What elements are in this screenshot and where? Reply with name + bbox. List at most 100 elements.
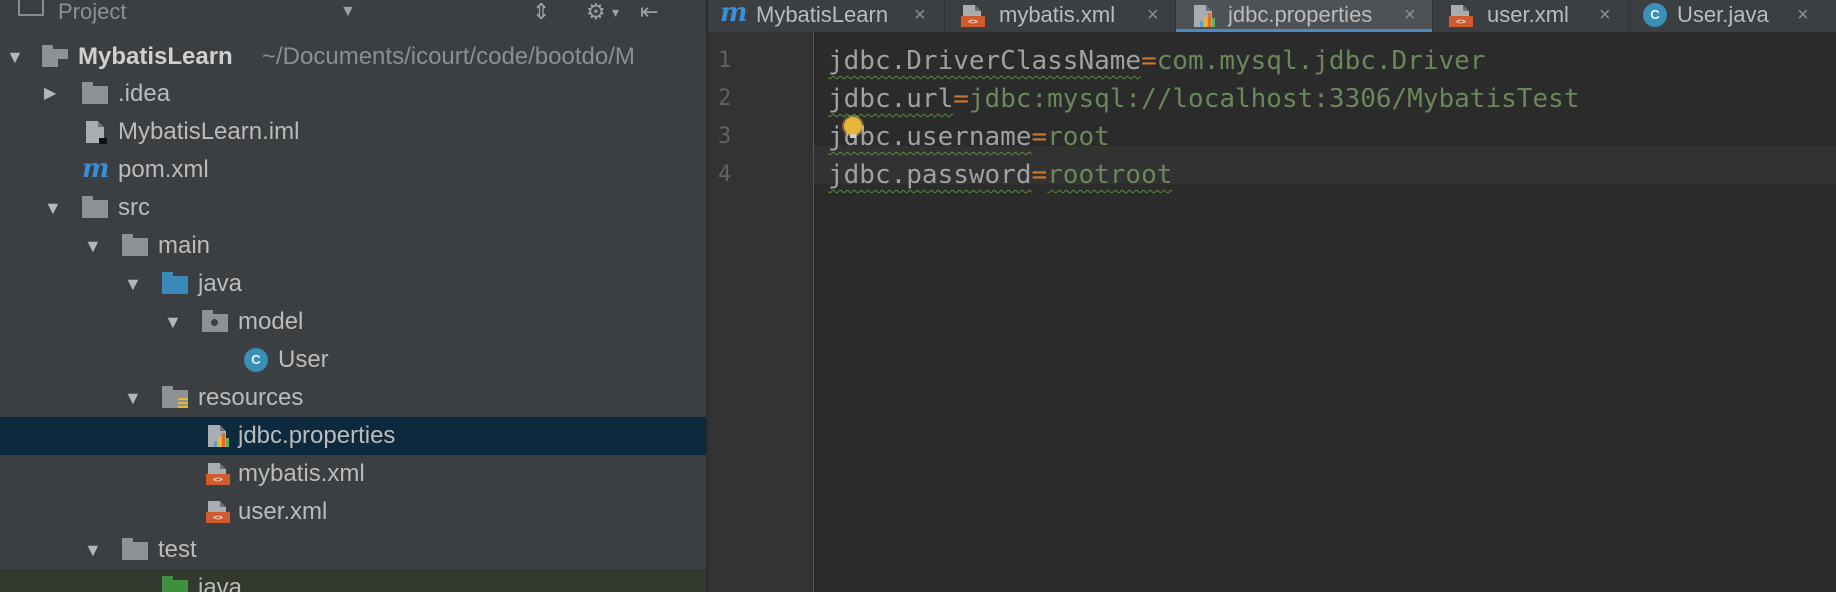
close-icon[interactable]: × [1404,0,1416,30]
property-value: root [1047,122,1110,152]
gear-icon[interactable]: ⚙ [586,0,606,28]
collapsed-arrow-icon[interactable]: ▶ [44,75,56,113]
expand-arrow-icon[interactable]: ▼ [124,379,142,417]
code-line[interactable]: jdbc.username=root [828,118,1110,156]
tree-item-label: user.xml [238,498,328,525]
class-icon: C [1643,3,1667,27]
equals-sign: = [1141,46,1157,76]
tree-item-label: jdbc.properties [238,422,396,449]
property-key: jdbc.password [828,160,1032,190]
folder-icon [82,82,108,104]
tab-user-java[interactable]: C User.java × [1629,0,1836,32]
tree-item-label: src [118,194,150,221]
xml-file-icon: <> [206,463,230,485]
line-number: 4 [718,162,732,187]
close-icon[interactable]: × [1797,0,1809,30]
line-number: 3 [718,124,732,149]
tree-item-jdbc-properties[interactable]: jdbc.properties [0,417,706,455]
line-number: 2 [718,86,732,111]
tree-item-test-java[interactable]: java [0,569,706,592]
tab-jdbc-properties[interactable]: jdbc.properties × [1176,0,1432,32]
tree-item-label: java [198,270,243,297]
close-icon[interactable]: × [1599,0,1611,30]
expand-arrow-icon[interactable]: ▼ [6,38,24,76]
maven-icon: m [82,154,110,184]
tab-label: mybatis.xml [999,2,1116,27]
tree-item-label: model [238,308,304,335]
equals-sign: = [1031,160,1048,190]
folder-icon [122,234,148,256]
tree-item-label: java [198,574,243,592]
tree-item-module[interactable]: ▼ MybatisLearn ~/Documents/icourt/code/b… [0,38,706,76]
module-path: ~/Documents/icourt/code/bootdo/M [262,43,635,70]
property-key: jdbc.url [828,84,954,114]
tree-item-label: mybatis.xml [238,460,365,487]
tree-item-label: .idea [118,80,171,107]
expand-arrow-icon[interactable]: ▼ [124,265,142,303]
folder-icon [122,538,148,560]
tree-item-pom[interactable]: m pom.xml [0,151,706,189]
tree-item-label: User [278,346,329,373]
code-line[interactable]: jdbc.password=rootroot [828,156,1172,194]
properties-file-icon [1194,5,1215,27]
tree-item-test[interactable]: ▼ test [0,531,706,569]
project-panel: Project ▼ ⇕ ⚙ ▾ ⇤ ▼ MybatisLearn ~/Docum… [0,0,706,592]
maven-icon: m [720,0,748,28]
expand-arrow-icon[interactable]: ▼ [84,531,102,569]
property-value: jdbc:mysql://localhost:3306/MybatisTest [968,84,1580,114]
property-value: rootroot [1047,160,1173,190]
gear-menu-chevron-icon[interactable]: ▾ [612,0,619,28]
code-line[interactable]: jdbc.url=jdbc:mysql://localhost:3306/Myb… [828,80,1579,118]
tab-user-xml[interactable]: <> user.xml × [1433,0,1628,32]
xml-file-icon: <> [206,501,230,523]
source-folder-icon [162,272,188,294]
class-icon: C [244,348,268,372]
tree-item-user-xml[interactable]: <> user.xml [0,493,706,531]
lightbulb-intention-icon[interactable] [844,117,862,138]
editor-tabs: m MybatisLearn × <> mybatis.xml × jdbc.p… [708,0,1836,32]
properties-file-icon [208,425,229,447]
tree-item-mybatis-xml[interactable]: <> mybatis.xml [0,455,706,493]
tree-item-resources[interactable]: ▼ resources [0,379,706,417]
tree-item-model[interactable]: ▼ model [0,303,706,341]
property-value: com.mysql.jdbc.Driver [1156,46,1486,76]
tree-item-user-class[interactable]: C User [0,341,706,379]
code-line[interactable]: jdbc.DriverClassName=com.mysql.jdbc.Driv… [828,42,1485,80]
xml-file-icon: <> [1449,5,1473,27]
line-number: 1 [718,48,732,73]
collapse-all-icon[interactable]: ⇕ [532,0,550,28]
equals-sign: = [1031,122,1048,152]
hide-panel-icon[interactable]: ⇤ [640,0,658,28]
tab-mybatislearn[interactable]: m MybatisLearn × [708,0,944,32]
tab-label: user.xml [1487,2,1569,27]
tab-label: MybatisLearn [756,2,889,27]
tree-item-label: MybatisLearn [78,43,233,70]
dropdown-chevron-icon[interactable]: ▼ [340,0,356,28]
resources-folder-icon [162,386,188,410]
project-panel-title[interactable]: Project [58,0,126,28]
expand-arrow-icon[interactable]: ▼ [84,227,102,265]
expand-arrow-icon[interactable]: ▼ [44,189,62,227]
equals-sign: = [953,84,969,114]
iml-file-icon [86,121,107,144]
tab-mybatis-xml[interactable]: <> mybatis.xml × [945,0,1175,32]
code-editor[interactable]: 1 2 3 4 jdbc.DriverClassName=com.mysql.j… [708,32,1836,592]
close-icon[interactable]: × [914,0,926,30]
tree-item-idea[interactable]: ▶ .idea [0,75,706,113]
project-panel-header: Project ▼ ⇕ ⚙ ▾ ⇤ [0,0,706,28]
project-icon [18,0,44,16]
test-source-folder-icon [162,576,188,592]
property-key: jdbc.DriverClassName [828,46,1142,76]
xml-file-icon: <> [961,5,985,27]
tab-label: User.java [1677,2,1769,27]
tab-label: jdbc.properties [1228,2,1373,27]
expand-arrow-icon[interactable]: ▼ [164,303,182,341]
package-icon [202,310,228,332]
tree-item-main[interactable]: ▼ main [0,227,706,265]
close-icon[interactable]: × [1147,0,1159,30]
tree-item-src[interactable]: ▼ src [0,189,706,227]
tree-item-java[interactable]: ▼ java [0,265,706,303]
module-folder-icon [42,45,68,68]
folder-icon [82,196,108,218]
tree-item-iml[interactable]: MybatisLearn.iml [0,113,706,151]
